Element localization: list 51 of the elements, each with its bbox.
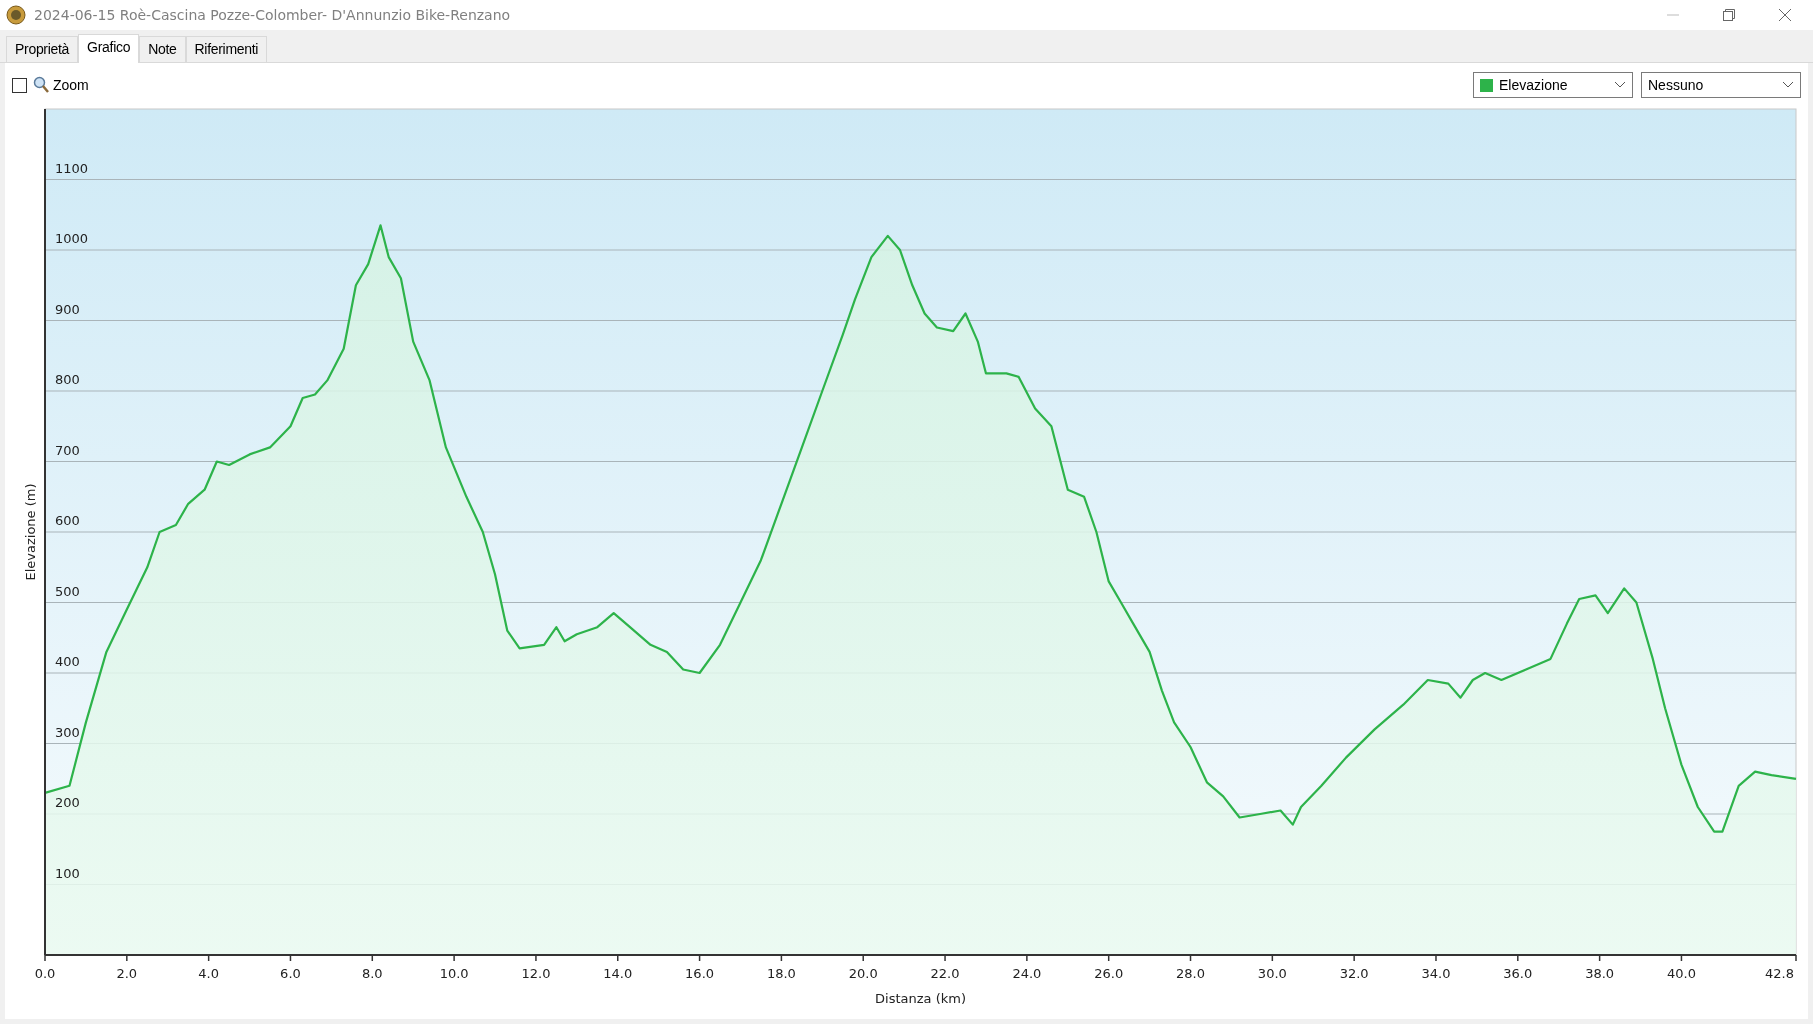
axis-tick-label: 200 (55, 795, 80, 810)
tab[interactable]: Note (139, 36, 186, 62)
tab[interactable]: Proprietà (6, 36, 79, 62)
axis-tick-label: 28.0 (1176, 966, 1205, 981)
axis-tick-label: 700 (55, 442, 80, 458)
restore-icon (1723, 9, 1735, 21)
chevron-icon (1614, 81, 1626, 89)
axis-tick-label: 24.0 (1012, 966, 1042, 981)
window-title: 2024-06-15 Roè-Cascina Pozze-Colomber- D'Annunzio Bike-Renzano (34, 7, 512, 23)
axis-tick-label: 1100 (55, 160, 89, 176)
zoom-label: Zoom (53, 77, 89, 93)
axis-tick-label: 900 (55, 301, 80, 317)
axis-tick-label: 36.0 (1503, 966, 1533, 981)
axis-tick-label: 4.0 (198, 966, 219, 981)
axis-tick-label: 32.0 (1339, 966, 1369, 981)
axis-tick-label: 600 (55, 513, 80, 528)
axis-tick-label: 800 (55, 372, 80, 387)
axis-tick-label: 22.0 (930, 966, 960, 981)
series-dropdown[interactable]: Elevazione (1473, 72, 1633, 98)
tab[interactable]: Grafico (78, 34, 140, 63)
magnifier-icon (33, 76, 49, 94)
axis-tick-label: 300 (55, 724, 80, 740)
axis-tick-label: 1000 (55, 231, 89, 246)
axis-tick-label: 34.0 (1421, 966, 1451, 981)
axis-tick-label: 8.0 (361, 966, 383, 981)
tab[interactable]: Riferimenti (185, 36, 268, 62)
compare-dropdown[interactable]: Nessuno (1641, 72, 1801, 98)
axis-tick-label: 12.0 (521, 966, 551, 981)
zoom-checkbox[interactable] (12, 77, 27, 93)
axis-tick-label: 18.0 (766, 966, 796, 981)
axis-tick-label: 30.0 (1257, 966, 1287, 981)
x-axis-title: Distanza (km) (875, 991, 966, 1006)
axis-tick-label: 10.0 (439, 966, 469, 981)
axis-tick-label: 2.0 (116, 966, 138, 981)
axis-tick-label: 500 (55, 583, 80, 599)
minimize-icon (1667, 14, 1679, 16)
axis-tick-label: 42.8 (1765, 966, 1794, 981)
axis-tick-label: 16.0 (685, 966, 715, 981)
axis-tick-label: 100 (55, 865, 80, 881)
close-icon (1778, 8, 1792, 22)
axis-tick-label: 6.0 (280, 966, 301, 981)
app-icon (6, 5, 26, 25)
y-axis-title: Elevazione (m) (23, 483, 38, 581)
axis-tick-label: 40.0 (1666, 966, 1696, 981)
axis-tick-label: 20.0 (848, 966, 878, 981)
axis-tick-label: 26.0 (1094, 966, 1124, 981)
chevron-icon (1782, 81, 1794, 89)
axis-tick-label: 14.0 (603, 966, 633, 981)
axis-tick-label: 400 (55, 654, 80, 669)
axis-tick-label: 0.0 (34, 966, 56, 981)
axis-tick-label: 38.0 (1585, 966, 1615, 981)
